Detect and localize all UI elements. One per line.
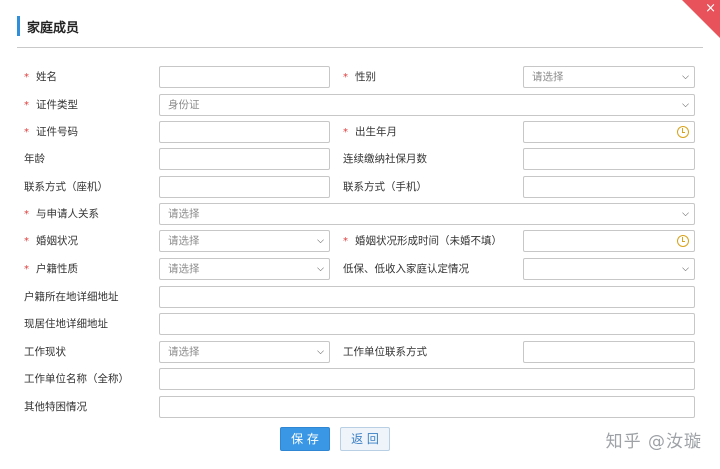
- special-input[interactable]: [159, 396, 695, 418]
- label-marital-time: * 婚姻状况形成时间（未婚不填）: [343, 230, 502, 252]
- insurance-months-input[interactable]: [523, 148, 695, 170]
- label-id-number: * 证件号码: [24, 121, 78, 143]
- watermark: 知乎 @汝璇: [605, 432, 702, 452]
- label-relation: * 与申请人关系: [24, 203, 99, 225]
- label-current-address: 现居住地详细地址: [24, 318, 108, 330]
- required-mark: *: [343, 127, 348, 138]
- name-input[interactable]: [159, 66, 330, 88]
- label-gender: * 性别: [343, 66, 376, 88]
- dialog-header: 家庭成员: [17, 15, 79, 37]
- label-low-income: 低保、低收入家庭认定情况: [343, 263, 469, 275]
- header-divider: [17, 47, 703, 48]
- marital-select-value: 请选择: [168, 235, 200, 247]
- required-mark: *: [343, 236, 348, 247]
- label-insurance-months: 连续缴纳社保月数: [343, 153, 427, 165]
- current-address-input[interactable]: [159, 313, 695, 335]
- id-type-select[interactable]: 身份证 ⌵: [159, 94, 695, 116]
- clock-icon[interactable]: [677, 126, 689, 138]
- required-mark: *: [24, 209, 29, 220]
- work-contact-input[interactable]: [523, 341, 695, 363]
- chevron-down-icon: ⌵: [317, 347, 324, 357]
- hukou-type-select[interactable]: 请选择 ⌵: [159, 258, 330, 280]
- work-name-input[interactable]: [159, 368, 695, 390]
- chevron-down-icon: ⌵: [682, 209, 689, 219]
- label-phone-mobile: 联系方式（手机）: [343, 181, 427, 193]
- required-mark: *: [24, 72, 29, 83]
- label-work-status: 工作现状: [24, 346, 66, 358]
- dialog-title: 家庭成员: [27, 20, 80, 36]
- back-button[interactable]: 返 回: [340, 427, 390, 451]
- clock-icon[interactable]: [677, 235, 689, 247]
- required-mark: *: [343, 72, 348, 83]
- id-number-input[interactable]: [159, 121, 330, 143]
- marital-select[interactable]: 请选择 ⌵: [159, 230, 330, 252]
- birth-date-picker[interactable]: [523, 121, 695, 143]
- work-status-select[interactable]: 请选择 ⌵: [159, 341, 330, 363]
- label-phone-landline: 联系方式（座机）: [24, 181, 108, 193]
- chevron-down-icon: ⌵: [317, 236, 324, 246]
- label-name: * 姓名: [24, 66, 57, 88]
- label-birth: * 出生年月: [343, 121, 397, 143]
- hukou-address-input[interactable]: [159, 286, 695, 308]
- id-type-select-value: 身份证: [168, 99, 200, 111]
- chevron-down-icon: ⌵: [682, 72, 689, 82]
- work-status-select-value: 请选择: [168, 346, 200, 358]
- label-hukou-address: 户籍所在地详细地址: [24, 291, 119, 303]
- label-hukou-type: * 户籍性质: [24, 258, 78, 280]
- required-mark: *: [24, 264, 29, 275]
- chevron-down-icon: ⌵: [682, 100, 689, 110]
- age-input[interactable]: [159, 148, 330, 170]
- label-work-name: 工作单位名称（全称）: [24, 373, 129, 385]
- label-marital: * 婚姻状况: [24, 230, 78, 252]
- title-accent-bar: [17, 16, 20, 36]
- close-icon[interactable]: ×: [705, 2, 716, 16]
- gender-select[interactable]: 请选择 ⌵: [523, 66, 695, 88]
- phone-landline-input[interactable]: [159, 176, 330, 198]
- label-id-type: * 证件类型: [24, 94, 78, 116]
- relation-select-value: 请选择: [168, 208, 200, 220]
- relation-select[interactable]: 请选择 ⌵: [159, 203, 695, 225]
- save-button[interactable]: 保 存: [280, 427, 330, 451]
- required-mark: *: [24, 236, 29, 247]
- chevron-down-icon: ⌵: [682, 264, 689, 274]
- hukou-type-select-value: 请选择: [168, 263, 200, 275]
- phone-mobile-input[interactable]: [523, 176, 695, 198]
- low-income-select[interactable]: ⌵: [523, 258, 695, 280]
- required-mark: *: [24, 127, 29, 138]
- label-special: 其他特困情况: [24, 401, 87, 413]
- label-work-contact: 工作单位联系方式: [343, 346, 427, 358]
- gender-select-value: 请选择: [532, 71, 564, 83]
- label-age: 年龄: [24, 153, 45, 165]
- chevron-down-icon: ⌵: [317, 264, 324, 274]
- required-mark: *: [24, 100, 29, 111]
- marital-time-picker[interactable]: [523, 230, 695, 252]
